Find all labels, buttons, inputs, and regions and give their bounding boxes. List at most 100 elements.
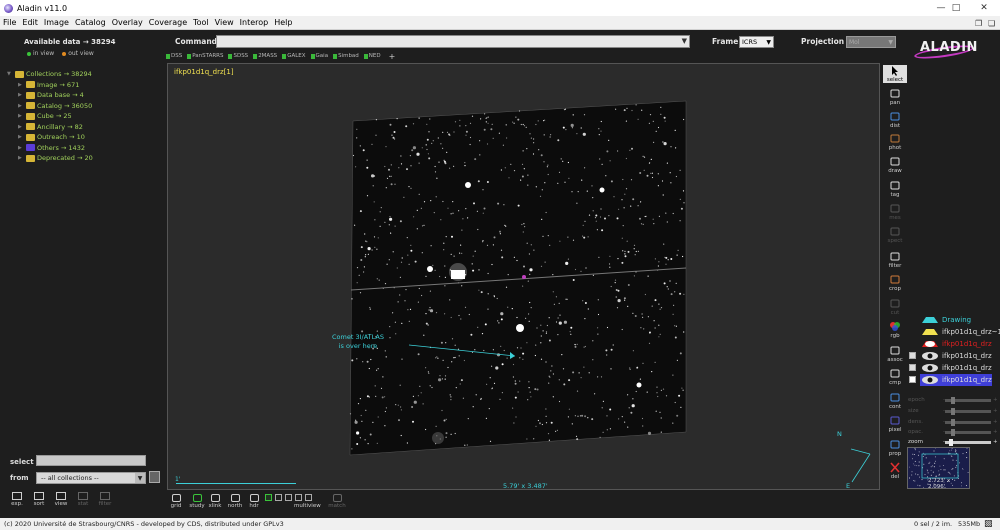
layer-checkbox[interactable] [909,352,916,359]
layer-checkbox[interactable] [909,364,916,371]
tree-item[interactable]: ▶ Deprecated → 20 [18,153,93,163]
expand-triangle-icon[interactable]: ▶ [18,103,26,109]
tree-item[interactable]: ▶ Ancillary → 82 [18,122,83,132]
projection-select[interactable]: Mol ▼ [846,36,896,48]
expand-triangle-icon[interactable]: ▶ [18,92,26,98]
tool-draw[interactable]: draw [883,156,907,174]
collapse-triangle-icon[interactable]: ▼ [7,71,15,77]
menu-interop[interactable]: Interop [240,18,269,27]
tool-pixel[interactable]: pixel [883,415,907,433]
menu-image[interactable]: Image [44,18,69,27]
collection-options-button[interactable] [149,471,160,483]
restore-panel-icon[interactable]: ❐ [975,16,982,30]
plus-icon[interactable]: + [993,439,998,445]
tool-select[interactable]: select [883,65,907,83]
sky-view[interactable]: ifkp01d1q_drz[1] Comet 3I/ATLAS is over … [167,63,880,490]
frame-select[interactable]: ICRS ▼ [739,36,774,48]
layer-checkbox[interactable] [909,376,916,383]
layer-image[interactable]: ifkp01d1q_drz [920,362,992,374]
menu-file[interactable]: File [3,18,16,27]
survey-shortcut[interactable]: PanSTARRS [187,53,223,59]
survey-shortcut[interactable]: NED [363,53,381,59]
slider-knob[interactable] [949,438,953,446]
select-input[interactable] [36,455,146,466]
study-button[interactable]: study [187,494,207,509]
layer-image[interactable]: ifkp01d1q_drz [920,338,992,350]
expand-triangle-icon[interactable]: ▶ [18,124,26,130]
slider-track[interactable] [945,438,991,446]
menu-tool[interactable]: Tool [193,18,209,27]
multiview-4-icon[interactable] [285,494,292,501]
tool-phot[interactable]: phot [883,133,907,151]
tree-item[interactable]: ▶ Image → 671 [18,80,79,90]
expand-triangle-icon[interactable]: ▶ [18,145,26,151]
tool-tag[interactable]: tag [883,180,907,198]
tool-rgb[interactable]: rgb [883,321,907,339]
survey-shortcut[interactable]: Gaia [310,53,329,59]
from-collection-select[interactable]: -- all collections -- ▼ [36,472,146,484]
menu-overlay[interactable]: Overlay [112,18,143,27]
expand-triangle-icon[interactable]: ▶ [18,113,26,119]
close-icon[interactable]: ✕ [970,0,998,16]
chevron-down-icon[interactable]: ▼ [135,473,145,483]
tool-assoc[interactable]: assoc [883,345,907,363]
menu-view[interactable]: View [215,18,234,27]
north-button[interactable]: north [225,494,245,509]
add-survey-icon[interactable]: + [389,52,396,61]
tree-item[interactable]: ▶ Catalog → 36050 [18,101,92,111]
layer-image[interactable]: ifkp01d1q_drz [920,374,992,386]
comet-annotation[interactable]: Comet 3I/ATLAS is over here [332,333,384,351]
tree-item[interactable]: ▶ Data base → 4 [18,90,84,100]
delete-icon [889,462,901,473]
menu-catalog[interactable]: Catalog [75,18,106,27]
survey-shortcut[interactable]: GALEX [282,53,306,59]
sort-tool[interactable]: sort [27,492,51,507]
survey-marker-icon [228,53,233,59]
menu-coverage[interactable]: Coverage [149,18,187,27]
slider-zoom[interactable]: zoom - + [907,438,998,446]
overview-minimap[interactable]: 2.723' x 2.096' [907,447,970,489]
tool-crop[interactable]: crop [883,274,907,292]
multiview-9-icon[interactable] [295,494,302,501]
expand-triangle-icon[interactable]: ▶ [18,134,26,140]
orange-dot-icon [62,51,67,56]
multiview-1-icon[interactable] [265,494,272,501]
tree-item[interactable]: ▶ Cube → 25 [18,111,72,121]
survey-shortcut[interactable]: SDSS [228,53,248,59]
menu-edit[interactable]: Edit [22,18,38,27]
layer-drawing[interactable]: Drawing [920,314,971,326]
tool-filter[interactable]: filter [883,251,907,269]
tool-cont[interactable]: cont [883,392,907,410]
survey-shortcut[interactable]: Simbad [333,53,359,59]
layer-image[interactable]: ifkp01d1q_drz~1 [920,326,1000,338]
xlink-button[interactable]: xlink [205,494,225,509]
multiview-16-icon[interactable] [305,494,312,501]
tool-dist[interactable]: dist [883,111,907,129]
maximize-icon[interactable]: □ [942,0,970,16]
command-history-chevron-icon[interactable]: ▼ [682,37,687,45]
tool-del[interactable]: del [883,462,907,480]
detach-panel-icon[interactable]: ❏ [988,16,995,30]
grid-button[interactable]: grid [166,494,186,509]
command-input[interactable]: ▼ [216,35,690,48]
view-tool[interactable]: view [49,492,73,507]
aladin-window: Aladin v11.0 — □ ✕ File Edit Image Catal… [0,0,1000,530]
tree-item[interactable]: ▶ Outreach → 10 [18,132,85,142]
tool-cmp[interactable]: cmp [883,368,907,386]
expand-tool[interactable]: exp. [5,492,29,507]
survey-shortcut[interactable]: 2MASS [253,53,277,59]
tree-root-collections[interactable]: ▼ Collections → 38294 [7,69,92,79]
multiview-2-icon[interactable] [275,494,282,501]
resize-grip-icon[interactable]: ▧ [984,519,993,529]
expand-triangle-icon[interactable]: ▶ [18,155,26,161]
tool-pan[interactable]: pan [883,88,907,106]
tool-prop[interactable]: prop [883,439,907,457]
layer-image[interactable]: ifkp01d1q_drz [920,350,992,362]
menu-help[interactable]: Help [274,18,292,27]
hdr-button[interactable]: hdr [244,494,264,509]
survey-shortcut[interactable]: DSS [166,53,182,59]
expand-triangle-icon[interactable]: ▶ [18,82,26,88]
tree-item[interactable]: ▶ Others → 1432 [18,143,85,153]
survey-label: Gaia [315,53,329,59]
plus-icon: + [993,408,998,414]
